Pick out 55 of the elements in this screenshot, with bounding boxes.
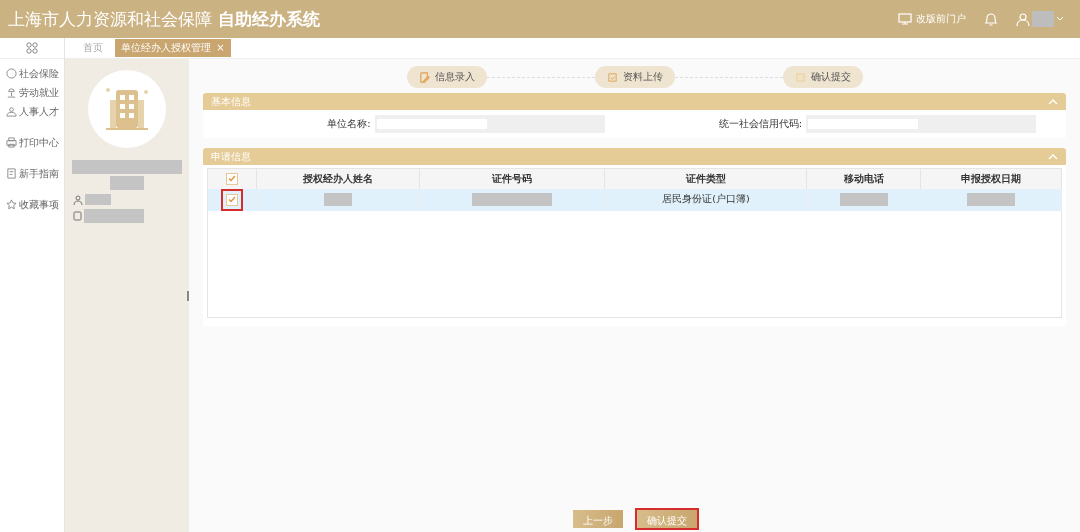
redacted-bar xyxy=(967,193,1016,206)
step-indicator: 确认提交 xyxy=(782,66,863,88)
checkbox[interactable] xyxy=(226,172,238,185)
system-title: 上海市人力资源和社会保障 xyxy=(8,7,212,31)
circle-icon xyxy=(6,68,17,79)
step-indicator: 资料上传 xyxy=(594,66,675,88)
section-header[interactable]: 申请信息 xyxy=(203,148,1066,165)
field-label: 统一社会信用代码: xyxy=(718,117,802,131)
document-icon xyxy=(6,168,17,179)
nav-item[interactable]: 打印中心 xyxy=(6,136,64,149)
column-header: 移动电话 xyxy=(806,168,921,189)
tab[interactable]: 单位经办人授权管理 × xyxy=(115,39,231,57)
column-header: 申报授权日期 xyxy=(920,168,1062,189)
nav-item[interactable]: 收藏事项 xyxy=(6,198,64,211)
tab[interactable]: 首页 xyxy=(77,39,109,57)
caret-icon[interactable] xyxy=(1056,16,1064,22)
redacted-bar xyxy=(110,176,144,190)
user-icon xyxy=(73,194,83,205)
section-title: 申请信息 xyxy=(211,149,251,164)
nav-item[interactable]: 人事人才 xyxy=(6,105,64,118)
redacted-bar xyxy=(324,193,352,206)
phone-icon xyxy=(73,211,82,221)
panel-handle[interactable] xyxy=(187,291,189,301)
system-subtitle: 自助经办系统 xyxy=(218,7,320,31)
column-header: 授权经办人姓名 xyxy=(256,168,420,189)
worker-icon xyxy=(6,87,17,98)
bell-icon[interactable] xyxy=(984,11,998,27)
user-icon[interactable] xyxy=(1016,12,1030,26)
field-label: 单位名称: xyxy=(327,117,371,131)
chevron-icon[interactable] xyxy=(1048,98,1058,105)
checkbox-icon xyxy=(606,71,618,83)
submit-button[interactable]: 确认提交 xyxy=(636,510,697,528)
nav-item[interactable]: 新手指南 xyxy=(6,167,64,180)
chevron-icon[interactable] xyxy=(1048,153,1058,160)
nav-item[interactable]: 劳动就业 xyxy=(6,86,64,99)
column-header: 证件号码 xyxy=(419,168,605,189)
apps-icon[interactable] xyxy=(26,42,38,54)
star-icon xyxy=(6,199,17,210)
section-header[interactable]: 基本信息 xyxy=(203,93,1066,110)
column-header: 证件类型 xyxy=(604,168,807,189)
redacted-bar xyxy=(1032,11,1054,27)
table-cell: 居民身份证(户口簿) xyxy=(662,193,750,204)
section-title: 基本信息 xyxy=(211,94,251,109)
portal-link[interactable]: 改版前门户 xyxy=(898,12,966,26)
redacted-bar xyxy=(84,209,144,223)
person-icon xyxy=(6,106,17,117)
square-icon xyxy=(794,71,806,83)
printer-icon xyxy=(6,137,17,148)
monitor-icon xyxy=(898,13,912,25)
redacted-bar xyxy=(85,194,111,205)
nav-item[interactable]: 社会保险 xyxy=(6,67,64,80)
edit-icon xyxy=(418,71,430,83)
step-indicator: 信息录入 xyxy=(406,66,487,88)
redacted-bar xyxy=(839,193,888,206)
back-button[interactable]: 上一步 xyxy=(572,510,623,528)
